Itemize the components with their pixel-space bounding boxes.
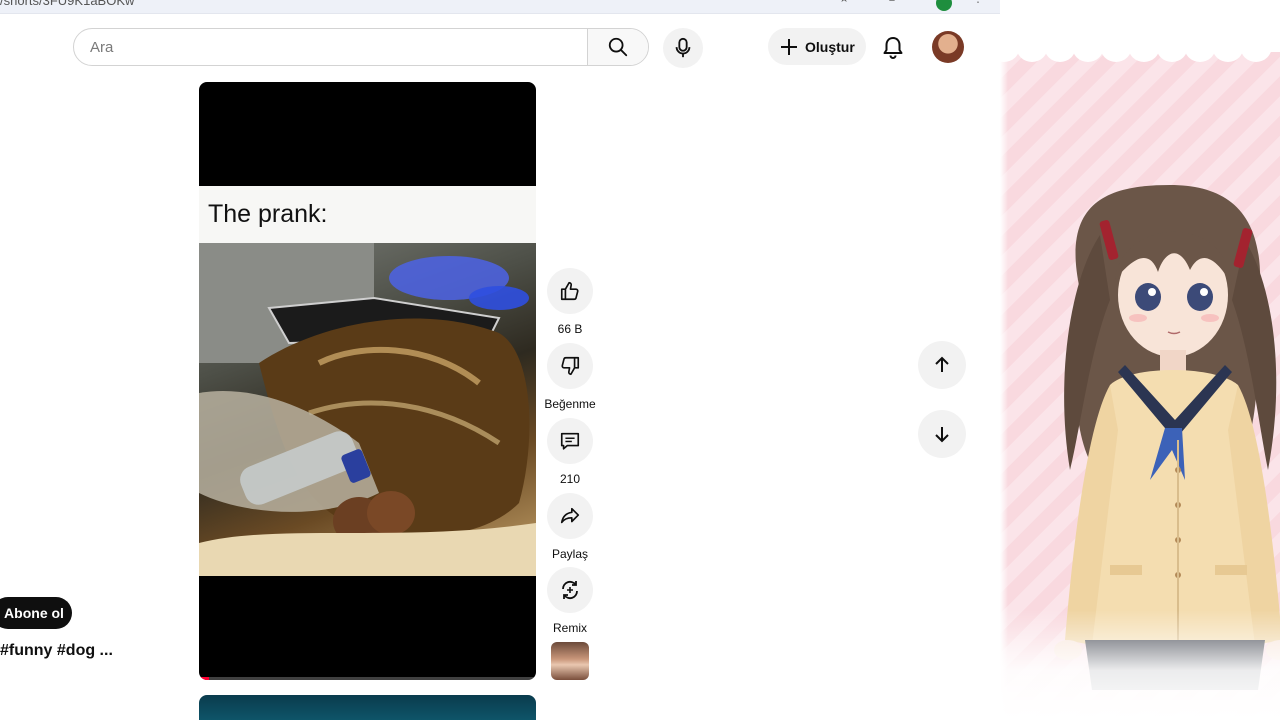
search-button[interactable] bbox=[587, 29, 648, 65]
video-caption: The prank: bbox=[199, 186, 536, 243]
panel-bottom-fade bbox=[1000, 610, 1280, 720]
like-count: 66 B bbox=[557, 322, 583, 336]
search-input[interactable] bbox=[74, 29, 587, 65]
video-progress-fill bbox=[199, 677, 210, 680]
thumb-up-icon bbox=[560, 281, 579, 301]
share-icon bbox=[560, 507, 580, 524]
share-label: Paylaş bbox=[551, 547, 589, 561]
share-button[interactable] bbox=[547, 493, 593, 539]
dislike-label: Beğenme bbox=[544, 397, 596, 411]
like-button[interactable] bbox=[547, 268, 593, 314]
media-icon[interactable]: ≡ bbox=[886, 0, 898, 5]
mic-icon bbox=[675, 37, 691, 58]
address-bar-url[interactable]: /shorts/3FU9K1aBOKw bbox=[0, 0, 134, 8]
notifications-button[interactable] bbox=[874, 28, 912, 66]
next-short-preview[interactable] bbox=[199, 695, 536, 720]
bell-icon bbox=[883, 37, 903, 59]
remix-action: Remix bbox=[547, 567, 593, 635]
comments-button[interactable] bbox=[547, 418, 593, 464]
like-action: 66 B bbox=[547, 268, 593, 336]
thumb-down-icon bbox=[561, 356, 580, 376]
subscribe-button[interactable]: Abone ol bbox=[0, 597, 72, 629]
sound-thumbnail[interactable] bbox=[551, 642, 589, 680]
cast-icon[interactable]: ▪ bbox=[806, 0, 818, 5]
short-title[interactable]: #funny #dog ... bbox=[0, 642, 113, 660]
dislike-button[interactable] bbox=[547, 343, 593, 389]
search-icon bbox=[608, 37, 628, 57]
bookmark-star-icon[interactable]: ★ bbox=[838, 0, 850, 5]
remix-icon bbox=[562, 580, 578, 600]
shorts-page: Oluştur The prank: bbox=[0, 14, 1000, 720]
create-label: Oluştur bbox=[805, 38, 855, 55]
dislike-action: Beğenme bbox=[544, 343, 596, 411]
menu-dots-icon[interactable]: ⋮ bbox=[972, 0, 984, 5]
comment-action: 210 bbox=[547, 418, 593, 486]
video-frame bbox=[199, 243, 536, 576]
plus-icon bbox=[781, 38, 797, 55]
account-avatar[interactable] bbox=[932, 31, 964, 63]
comment-icon bbox=[560, 432, 580, 450]
translate-icon[interactable]: ▪ bbox=[776, 0, 788, 5]
create-button[interactable]: Oluştur bbox=[768, 28, 866, 65]
voice-search-button[interactable] bbox=[663, 28, 703, 68]
vtuber-overlay-panel bbox=[1000, 0, 1280, 720]
screen: /shorts/3FU9K1aBOKw ▪ ▪ ★ ≡ ⋮ Oluştur Th… bbox=[0, 0, 1280, 720]
share-action: Paylaş bbox=[547, 493, 593, 561]
comment-count: 210 bbox=[559, 472, 581, 486]
browser-toolbar: /shorts/3FU9K1aBOKw ▪ ▪ ★ ≡ ⋮ bbox=[0, 0, 1000, 14]
profile-icon[interactable] bbox=[936, 0, 952, 11]
arrow-down-icon bbox=[935, 427, 949, 443]
short-video-player[interactable]: The prank: bbox=[199, 82, 536, 680]
remix-button[interactable] bbox=[547, 567, 593, 613]
arrow-up-icon bbox=[935, 356, 949, 372]
previous-short-button[interactable] bbox=[918, 341, 966, 389]
next-short-button[interactable] bbox=[918, 410, 966, 458]
remix-label: Remix bbox=[552, 621, 587, 635]
video-progress-bar[interactable] bbox=[199, 677, 536, 680]
search-box bbox=[73, 28, 649, 66]
